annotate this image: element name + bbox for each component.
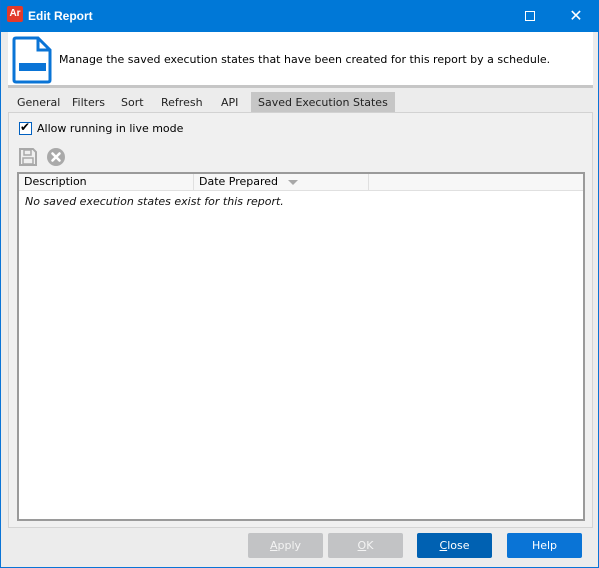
ok-button[interactable]: OK (328, 533, 403, 558)
maximize-icon (525, 11, 535, 21)
column-header-date-label: Date Prepared (199, 175, 279, 188)
close-label: lose (447, 539, 470, 552)
live-mode-option[interactable]: ✔ Allow running in live mode (19, 120, 184, 135)
live-mode-label: Allow running in live mode (37, 122, 184, 135)
save-button[interactable] (17, 146, 39, 168)
column-header-date-prepared[interactable]: Date Prepared (194, 174, 369, 190)
tab-refresh[interactable]: Refresh (154, 92, 210, 113)
delete-button[interactable] (45, 146, 67, 168)
report-document-icon (12, 36, 52, 84)
window-close-button[interactable]: ✕ (553, 0, 599, 32)
ok-label: K (366, 539, 374, 552)
header-description: Manage the saved execution states that h… (59, 53, 551, 66)
tab-general[interactable]: General (10, 92, 67, 113)
close-button[interactable]: Close (417, 533, 492, 558)
close-icon: ✕ (569, 6, 583, 25)
window-title: Edit Report (28, 9, 93, 23)
apply-mnemonic: A (269, 539, 278, 552)
toolbar (17, 146, 67, 168)
tab-saved-execution-states[interactable]: Saved Execution States (251, 92, 395, 113)
ok-mnemonic: O (357, 539, 367, 552)
apply-label: pply (277, 539, 302, 552)
empty-grid-message: No saved execution states exist for this… (25, 195, 284, 208)
tab-api[interactable]: API (214, 92, 245, 113)
grid-header: Description Date Prepared (19, 174, 583, 191)
live-mode-checkbox[interactable]: ✔ (19, 120, 32, 135)
title-bar[interactable]: Ar Edit Report ✕ (1, 0, 599, 32)
column-header-description-label: Description (24, 175, 87, 188)
maximize-button[interactable] (507, 0, 553, 32)
app-logo-icon: Ar (7, 6, 23, 22)
save-icon (19, 148, 37, 166)
tab-filters[interactable]: Filters (65, 92, 112, 113)
tab-content: ✔ Allow running in live mode Description… (8, 113, 593, 528)
apply-button[interactable]: Apply (248, 533, 323, 558)
column-header-description[interactable]: Description (19, 174, 194, 190)
sort-descending-icon (288, 179, 299, 185)
edit-report-dialog: Ar Edit Report ✕ Manage the saved execut… (0, 0, 599, 568)
help-button[interactable]: Help (507, 533, 582, 558)
delete-icon (47, 148, 65, 166)
tab-sort[interactable]: Sort (114, 92, 151, 113)
saved-states-grid[interactable]: Description Date Prepared No saved execu… (17, 172, 585, 521)
header-panel: Manage the saved execution states that h… (8, 32, 593, 88)
checkmark-icon: ✔ (20, 120, 31, 134)
